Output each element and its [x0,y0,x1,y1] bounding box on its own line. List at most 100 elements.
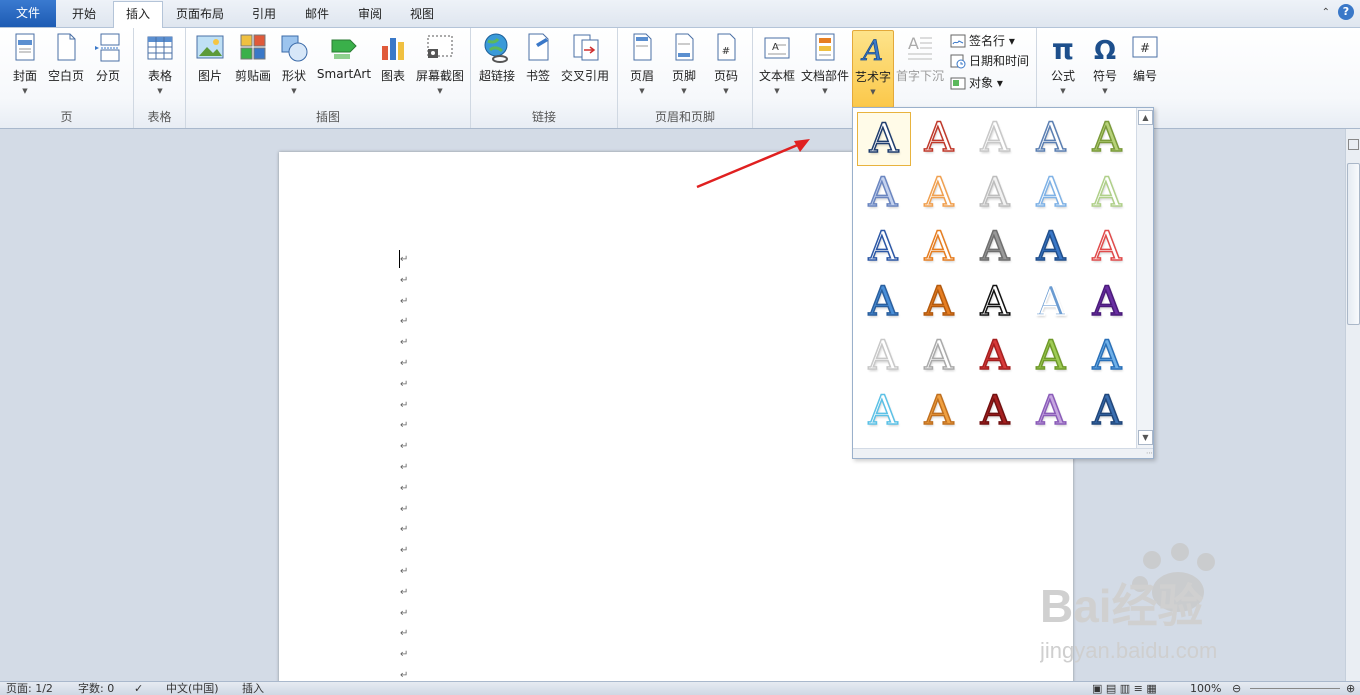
wordart-style-20[interactable]: A [1081,276,1133,328]
scroll-up-icon[interactable]: ▲ [1138,110,1153,125]
scroll-down-icon[interactable]: ▼ [1138,430,1153,445]
wordart-button[interactable]: A 艺术字 ▼ [852,30,894,108]
vertical-scrollbar[interactable] [1345,129,1360,681]
date-time-button[interactable]: 日期和时间 [950,51,1029,71]
wordart-style-16[interactable]: A [857,276,909,328]
wordart-style-11[interactable]: A [857,221,909,273]
wordart-style-29[interactable]: A [1025,385,1077,437]
wordart-style-17[interactable]: A [913,276,965,328]
wordart-style-28[interactable]: A [969,385,1021,437]
wordart-style-23[interactable]: A [969,330,1021,382]
symbol-button[interactable]: Ω 符号 ▼ [1087,30,1123,104]
paragraph-mark: ↵ [400,524,409,536]
equation-button[interactable]: π 公式 ▼ [1041,30,1085,104]
tab-references[interactable]: 引用 [240,2,288,26]
wordart-style-3[interactable]: A [969,112,1021,164]
tab-home[interactable]: 开始 [58,2,110,26]
number-icon: # [1132,36,1158,58]
object-button[interactable]: 对象 ▾ [950,73,1003,93]
paragraph-mark: ↵ [400,358,409,369]
paragraph-mark: ↵ [400,295,409,307]
ruler-toggle-icon[interactable] [1348,139,1359,150]
quick-parts-button[interactable]: 文档部件 ▼ [799,30,851,104]
hyperlink-button[interactable]: 超链接 [475,30,519,104]
tab-review[interactable]: 审阅 [345,2,395,26]
wordart-style-13[interactable]: A [969,221,1021,273]
wordart-style-25[interactable]: A [1081,330,1133,382]
wordart-style-30[interactable]: A [1081,385,1133,437]
signature-line-button[interactable]: 签名行 ▾ [950,31,1015,51]
wordart-style-1[interactable]: A [857,112,911,166]
text-box-icon: A [764,37,790,59]
bookmark-button[interactable]: 书签 [521,30,555,104]
header-button[interactable]: 页眉 ▼ [622,30,662,104]
minimize-ribbon-icon[interactable]: ⌃ [1322,7,1330,18]
footer-button[interactable]: 页脚 ▼ [664,30,704,104]
chart-icon [382,38,404,60]
status-mode[interactable]: 插入 [242,682,264,695]
paragraph-mark: ↵ [400,482,409,494]
smartart-label: SmartArt [316,67,372,81]
proofing-icon[interactable]: ✓ [134,682,143,695]
number-button[interactable]: # 编号 [1125,30,1165,104]
tab-file[interactable]: 文件 [0,0,56,27]
wordart-style-24[interactable]: A [1025,330,1077,382]
wordart-style-4[interactable]: A [1025,112,1077,164]
page-number-icon: # [717,33,736,61]
wordart-style-18[interactable]: A [969,276,1021,328]
zoom-in-icon[interactable]: ⊕ [1346,682,1355,695]
table-button[interactable]: 表格 ▼ [140,30,180,104]
zoom-out-icon[interactable]: ⊖ [1232,682,1241,695]
wordart-style-5[interactable]: A [1081,112,1133,164]
scroll-thumb[interactable] [1347,163,1360,325]
status-bar: 页面: 1/2 字数: 0 ✓ 中文(中国) 插入 ▣ ▤ ▥ ≡ ▦ 100%… [0,681,1360,695]
group-links-label: 链接 [531,110,556,124]
wordart-style-21[interactable]: A [857,330,909,382]
status-words[interactable]: 字数: 0 [78,682,114,695]
text-box-button[interactable]: A 文本框 ▼ [757,30,797,104]
tab-insert[interactable]: 插入 [113,1,163,28]
wordart-style-26[interactable]: A [857,385,909,437]
gallery-resize-handle[interactable]: ⋯ [853,448,1153,458]
wordart-style-22[interactable]: A [913,330,965,382]
wordart-style-15[interactable]: A [1081,221,1133,273]
smartart-button[interactable]: SmartArt [314,30,374,104]
chart-button[interactable]: 图表 [376,30,410,104]
blank-page-button[interactable]: 空白页 [46,30,86,104]
clipart-button[interactable]: 剪贴画 [232,30,274,104]
wordart-style-27[interactable]: A [913,385,965,437]
hyperlink-icon [484,33,508,63]
wordart-style-2[interactable]: A [913,112,965,164]
wordart-style-14[interactable]: A [1025,221,1077,273]
status-page[interactable]: 页面: 1/2 [6,682,53,695]
page-break-button[interactable]: 分页 [88,30,128,104]
shapes-button[interactable]: 形状 ▼ [276,30,312,104]
page-number-button[interactable]: # 页码 ▼ [706,30,746,104]
object-label: 对象 ▾ [969,76,1003,90]
page-break-icon [95,33,120,62]
wordart-style-12[interactable]: A [913,221,965,273]
cover-page-button[interactable]: 封面 ▼ [6,30,44,104]
signature-line-icon [950,34,966,48]
wordart-style-8[interactable]: A [969,167,1021,219]
tab-page-layout[interactable]: 页面布局 [163,2,237,26]
status-zoom[interactable]: 100% [1190,682,1221,695]
screenshot-button[interactable]: 屏幕截图 ▼ [412,30,468,104]
help-icon[interactable]: ? [1338,4,1354,20]
gallery-scrollbar[interactable]: ▲ ▼ [1136,108,1153,448]
wordart-style-19[interactable]: A [1025,276,1077,328]
zoom-slider[interactable] [1250,688,1340,689]
wordart-style-6[interactable]: A [857,167,909,219]
view-buttons[interactable]: ▣ ▤ ▥ ≡ ▦ [1092,682,1157,695]
tab-view[interactable]: 视图 [398,2,446,26]
tab-mailings[interactable]: 邮件 [292,2,342,26]
omega-icon: Ω [1094,36,1116,64]
status-language[interactable]: 中文(中国) [166,682,219,695]
wordart-style-10[interactable]: A [1081,167,1133,219]
cross-reference-button[interactable]: 交叉引用 [557,30,613,104]
wordart-style-9[interactable]: A [1025,167,1077,219]
drop-cap-button[interactable]: A 首字下沉 [895,30,945,104]
wordart-style-7[interactable]: A [913,167,965,219]
svg-text:A: A [908,34,919,53]
picture-button[interactable]: 图片 [190,30,230,104]
